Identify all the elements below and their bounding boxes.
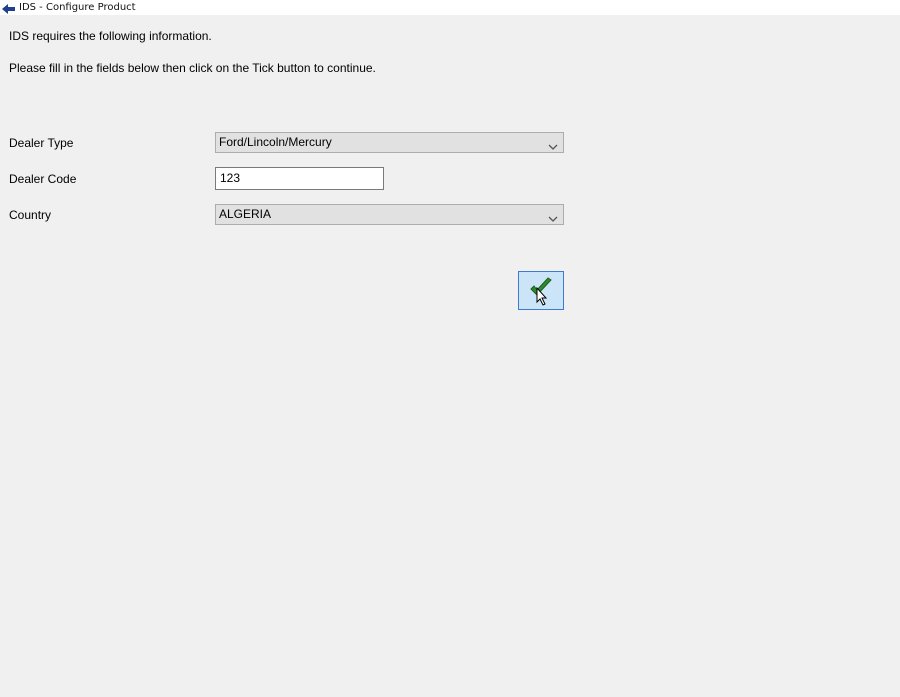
dealer-code-label: Dealer Code [9,172,77,186]
configure-product-window: IDS - Configure Product IDS requires the… [0,0,900,697]
instruction-line-2: Please fill in the fields below then cli… [9,61,376,75]
chevron-down-icon [548,138,558,150]
instruction-line-1: IDS requires the following information. [9,29,212,43]
window-title: IDS - Configure Product [19,2,136,13]
ids-app-icon [2,2,16,14]
dealer-code-input[interactable]: 123 [215,167,384,190]
mouse-cursor-icon [536,286,548,306]
country-label: Country [9,208,52,222]
dealer-type-value: Ford/Lincoln/Mercury [219,135,332,149]
dealer-type-label: Dealer Type [9,136,74,150]
country-select[interactable]: ALGERIA [215,204,564,225]
chevron-down-icon [548,210,558,222]
dealer-type-select[interactable]: Ford/Lincoln/Mercury [215,132,564,153]
title-bar: IDS - Configure Product [0,0,900,15]
country-value: ALGERIA [219,207,272,221]
